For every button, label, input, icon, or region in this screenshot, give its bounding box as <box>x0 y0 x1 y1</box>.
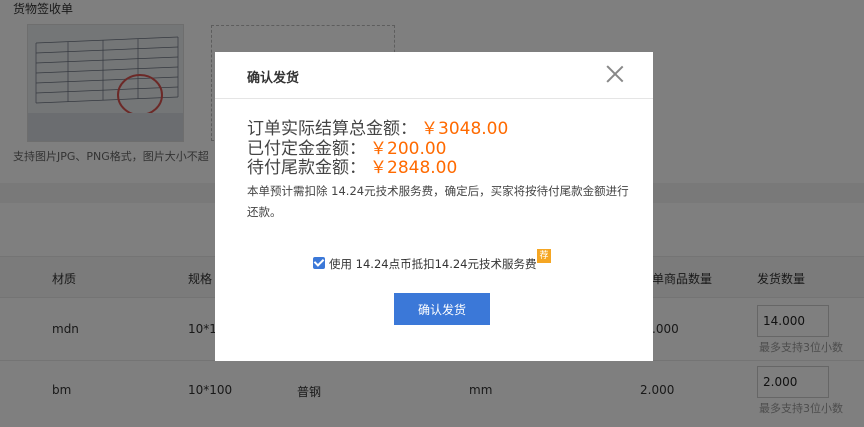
balance-amount-line: 待付尾款金额： ￥2848.00 <box>247 158 457 178</box>
modal-title: 确认发货 <box>247 71 300 86</box>
modal-header: 确认发货 <box>215 52 653 99</box>
deposit-amount-label: 已付定金金额： <box>247 139 366 159</box>
total-amount-value: ￥3048.00 <box>421 119 509 139</box>
deposit-amount-line: 已付定金金额： ￥200.00 <box>247 139 446 159</box>
deposit-amount-value: ￥200.00 <box>370 139 447 159</box>
close-icon[interactable] <box>605 64 625 84</box>
total-amount-line: 订单实际结算总金额： ￥3048.00 <box>247 119 508 139</box>
confirm-shipment-dialog: 确认发货 订单实际结算总金额： ￥3048.00 已付定金金额： ￥200.00 待… <box>215 52 653 361</box>
use-points-checkbox[interactable] <box>313 257 325 269</box>
confirm-shipment-button[interactable]: 确认发货 <box>394 293 490 325</box>
total-amount-label: 订单实际结算总金额： <box>247 119 417 139</box>
balance-amount-label: 待付尾款金额： <box>247 158 366 178</box>
recommend-badge: 荐 <box>537 249 551 263</box>
balance-amount-value: ￥2848.00 <box>370 158 458 178</box>
service-fee-notice: 本单预计需扣除 14.24元技术服务费，确定后，买家将按待付尾款金额进行还款。 <box>247 184 629 219</box>
use-points-label[interactable]: 使用 14.24点币抵扣14.24元技术服务费 <box>329 256 537 272</box>
